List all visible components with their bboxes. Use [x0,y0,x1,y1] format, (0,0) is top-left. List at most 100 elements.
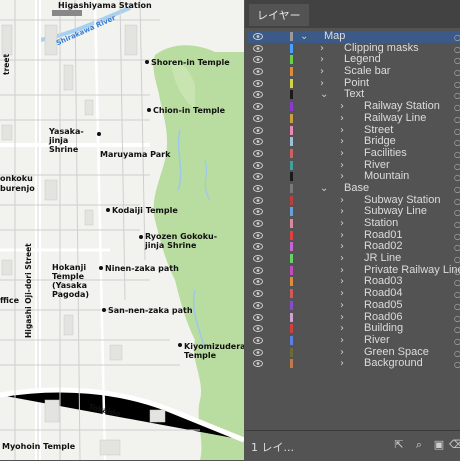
visibility-eye-icon[interactable] [253,149,263,157]
layer-row[interactable]: › Road04 ○ [248,287,460,300]
layer-row[interactable]: › Railway Line ○ [248,112,460,125]
layer-target-icon[interactable]: ○ [454,207,460,217]
layer-row[interactable]: › Private Railway Line ○ [248,264,460,277]
layer-target-icon[interactable]: ○ [454,196,460,206]
export-icon[interactable]: ⇱ [393,439,405,451]
layer-row[interactable]: › River ○ [248,159,460,172]
chevron-right-icon[interactable]: › [340,230,344,242]
layer-target-icon[interactable]: ○ [454,219,460,229]
visibility-eye-icon[interactable] [253,68,263,76]
visibility-eye-icon[interactable] [253,313,263,321]
layer-target-icon[interactable]: ○ [454,149,460,159]
layer-row[interactable]: › Bridge ○ [248,135,460,148]
layer-target-icon[interactable]: ○ [454,254,460,264]
chevron-right-icon[interactable]: › [340,358,344,370]
layer-row[interactable]: › Road06 ○ [248,311,460,324]
layer-row[interactable]: › River ○ [248,334,460,347]
chevron-right-icon[interactable]: › [340,312,344,324]
layer-target-icon[interactable]: ○ [454,231,460,241]
chevron-right-icon[interactable]: › [340,288,344,300]
layer-target-icon[interactable]: ○ [454,79,460,89]
layer-row[interactable]: › Road03 ○ [248,276,460,288]
chevron-right-icon[interactable]: › [340,335,344,347]
chevron-right-icon[interactable]: › [340,323,344,335]
layer-target-icon[interactable]: ○ [454,126,460,136]
chevron-down-icon[interactable]: ⌄ [300,31,308,43]
chevron-right-icon[interactable]: › [340,253,344,265]
map-canvas[interactable]: Higashiyama Station Shirakawa River Shor… [0,0,244,460]
layer-target-icon[interactable]: ○ [454,242,460,252]
visibility-eye-icon[interactable] [253,103,263,111]
layer-row[interactable]: › Station ○ [248,217,460,230]
chevron-right-icon[interactable]: › [340,347,344,359]
chevron-right-icon[interactable]: › [340,265,344,277]
layer-row[interactable]: › Subway Line ○ [248,206,460,218]
visibility-eye-icon[interactable] [253,290,263,298]
chevron-right-icon[interactable]: › [340,136,344,148]
layer-target-icon[interactable]: ○ [454,114,460,124]
chevron-right-icon[interactable]: › [340,206,344,218]
layer-target-icon[interactable]: ○ [454,172,460,182]
visibility-eye-icon[interactable] [253,79,263,87]
visibility-eye-icon[interactable] [253,138,263,146]
chevron-down-icon[interactable]: ⌄ [320,89,328,101]
search-icon[interactable]: ⌕ [413,439,425,451]
layer-target-icon[interactable]: ○ [454,67,460,77]
visibility-eye-icon[interactable] [253,196,263,204]
layer-row[interactable]: › Green Space ○ [248,346,460,359]
layer-target-icon[interactable]: ○ [454,32,460,42]
chevron-right-icon[interactable]: › [320,54,324,66]
layer-target-icon[interactable]: ○ [454,44,460,54]
layer-target-icon[interactable]: ○ [454,161,460,171]
visibility-eye-icon[interactable] [253,208,263,216]
layer-target-icon[interactable]: ○ [454,289,460,299]
visibility-eye-icon[interactable] [253,231,263,239]
layer-target-icon[interactable]: ○ [454,55,460,65]
visibility-eye-icon[interactable] [253,44,263,52]
layer-list[interactable]: ⌄ Map ○ › Clipping masks ○ › Legend ○ › Scale bar ○… [248,31,460,371]
chevron-right-icon[interactable]: › [340,218,344,230]
chevron-right-icon[interactable]: › [320,43,324,55]
layer-row[interactable]: › Building ○ [248,322,460,335]
layer-target-icon[interactable]: ○ [454,359,460,369]
chevron-right-icon[interactable]: › [340,160,344,172]
layer-row[interactable]: ⌄ Base ○ [248,182,460,195]
chevron-right-icon[interactable]: › [320,78,324,90]
chevron-right-icon[interactable]: › [340,241,344,253]
visibility-eye-icon[interactable] [253,301,263,309]
layer-target-icon[interactable]: ○ [454,336,460,346]
visibility-eye-icon[interactable] [253,56,263,64]
layer-row[interactable]: › Road01 ○ [248,229,460,242]
layer-row[interactable]: › Road05 ○ [248,299,460,312]
visibility-eye-icon[interactable] [253,91,263,99]
visibility-eye-icon[interactable] [253,173,263,181]
layer-row[interactable]: › Street ○ [248,124,460,137]
visibility-eye-icon[interactable] [253,33,263,40]
layer-row[interactable]: › Road02 ○ [248,241,460,253]
layer-row[interactable]: › Scale bar ○ [248,65,460,78]
new-layer-icon[interactable]: ▣ [433,439,445,451]
chevron-right-icon[interactable]: › [340,148,344,160]
tab-layers[interactable]: レイヤー [249,4,309,26]
layer-target-icon[interactable]: ○ [454,301,460,311]
layer-row[interactable]: › Subway Station ○ [248,194,460,207]
visibility-eye-icon[interactable] [253,360,263,368]
layer-target-icon[interactable]: ○ [454,348,460,358]
delete-icon[interactable]: ⌫ [449,439,460,451]
layer-row[interactable]: › Railway Station ○ [248,100,460,113]
visibility-eye-icon[interactable] [253,161,263,169]
chevron-right-icon[interactable]: › [340,113,344,125]
visibility-eye-icon[interactable] [253,278,263,286]
chevron-right-icon[interactable]: › [340,300,344,312]
chevron-right-icon[interactable]: › [340,101,344,113]
layer-target-icon[interactable]: ○ [454,277,460,287]
chevron-down-icon[interactable]: ⌄ [320,183,328,195]
chevron-right-icon[interactable]: › [340,125,344,137]
chevron-right-icon[interactable]: › [340,276,344,288]
layer-row[interactable]: › JR Line ○ [248,252,460,265]
layer-target-icon[interactable]: ○ [454,102,460,112]
visibility-eye-icon[interactable] [253,255,263,263]
visibility-eye-icon[interactable] [253,266,263,274]
visibility-eye-icon[interactable] [253,243,263,251]
layer-row[interactable]: › Facilities ○ [248,147,460,160]
